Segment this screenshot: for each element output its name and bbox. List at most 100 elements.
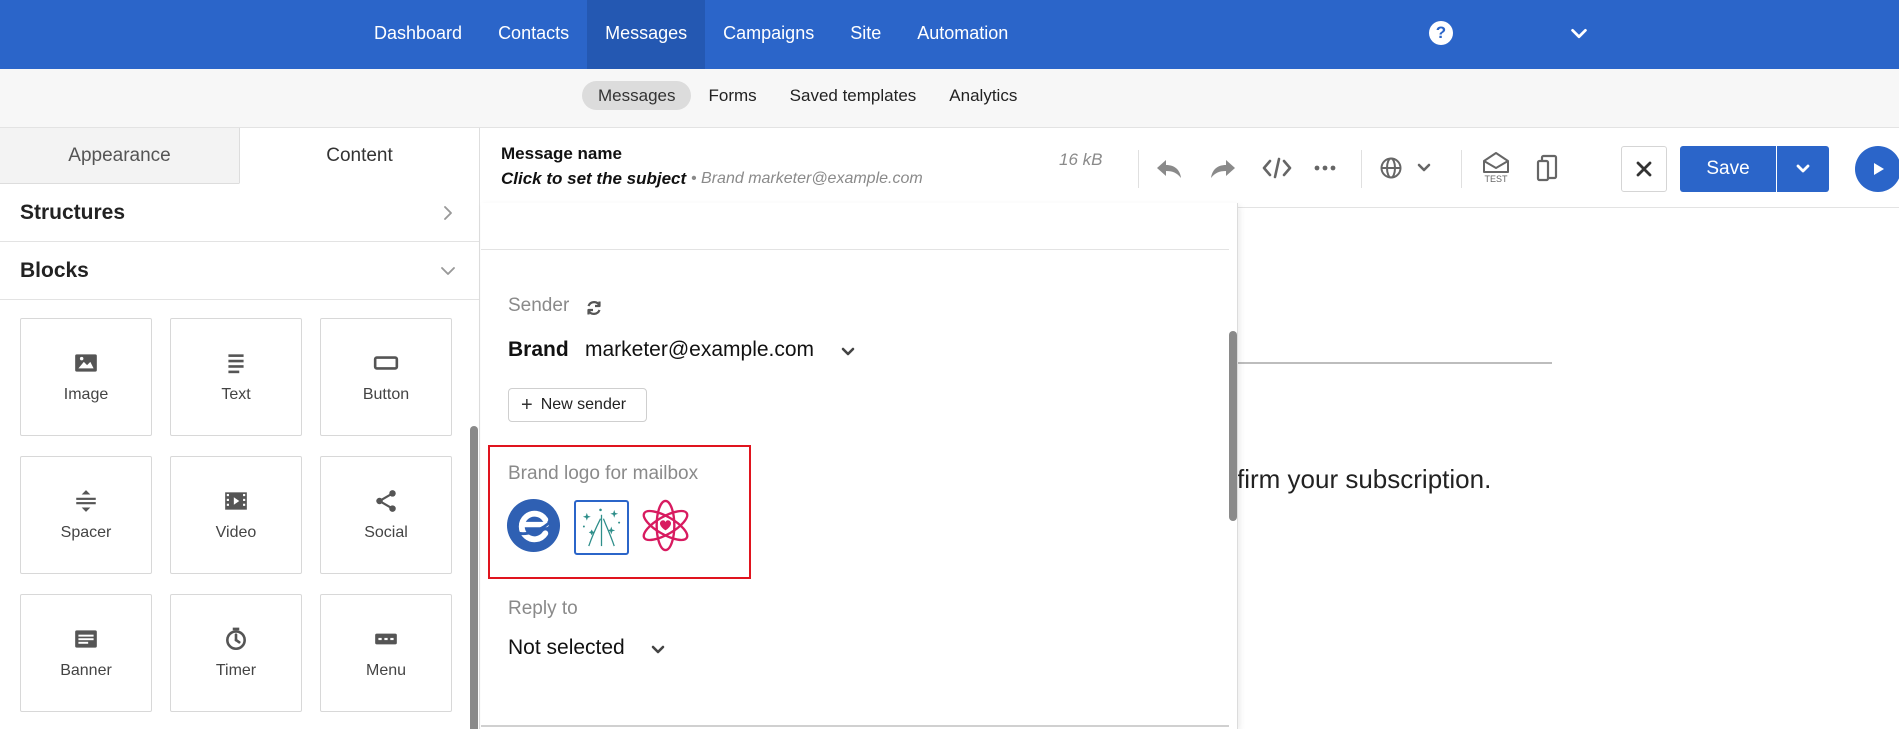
button-icon: [373, 356, 399, 370]
test-label: TEST: [1484, 174, 1508, 184]
help-icon[interactable]: ?: [1429, 21, 1453, 45]
block-social[interactable]: Social: [320, 456, 452, 574]
share-icon: [376, 490, 396, 512]
message-name[interactable]: Message name: [501, 144, 622, 164]
nav-campaigns[interactable]: Campaigns: [705, 0, 832, 69]
menu-icon: [375, 633, 397, 645]
reply-to-select[interactable]: Not selected: [508, 636, 625, 660]
more-options-icon[interactable]: [1309, 152, 1341, 184]
block-video-label: Video: [215, 524, 257, 541]
sender-name[interactable]: Brand: [508, 338, 569, 362]
reply-to-label: Reply to: [508, 598, 578, 619]
tab-content[interactable]: Content: [239, 128, 479, 184]
nav-contacts[interactable]: Contacts: [480, 0, 587, 69]
block-button-label: Button: [362, 386, 410, 403]
spacer-icon: [76, 490, 96, 512]
sender-label: Sender: [508, 295, 570, 316]
block-timer-label: Timer: [215, 662, 257, 679]
plus-icon: +: [521, 393, 533, 416]
block-image-label: Image: [63, 386, 109, 403]
chevron-down-icon[interactable]: [649, 641, 667, 659]
close-icon: [1636, 161, 1652, 177]
atom-heart-logo[interactable]: [638, 498, 693, 553]
sparkles-logo: [582, 508, 621, 547]
new-sender-button[interactable]: + New sender: [508, 388, 647, 422]
nav-messages[interactable]: Messages: [587, 0, 706, 69]
left-panel-scrollbar[interactable]: [470, 426, 478, 729]
dropdown-scrollbar[interactable]: [1229, 331, 1237, 521]
nav-automation[interactable]: Automation: [899, 0, 1026, 69]
block-text[interactable]: Text: [170, 318, 302, 436]
subnav-analytics[interactable]: Analytics: [933, 81, 1033, 110]
brand-logo-label: Brand logo for mailbox: [508, 463, 699, 484]
message-size: 16 kB: [1059, 150, 1103, 169]
dropdown-bottom-divider: [481, 725, 1229, 727]
close-button[interactable]: [1621, 146, 1667, 192]
dropdown-divider: [481, 249, 1229, 250]
block-banner[interactable]: Banner: [20, 594, 152, 712]
subnav-forms[interactable]: Forms: [692, 81, 772, 110]
section-blocks-label: Blocks: [20, 258, 89, 282]
block-menu-label: Menu: [365, 662, 407, 679]
nav-site[interactable]: Site: [832, 0, 899, 69]
block-video[interactable]: Video: [170, 456, 302, 574]
section-structures-label: Structures: [20, 200, 126, 224]
refresh-icon[interactable]: [584, 298, 604, 318]
send-play-button[interactable]: [1855, 146, 1899, 192]
text-icon: [228, 354, 244, 374]
new-sender-label: New sender: [540, 396, 627, 413]
message-sender-summary: • Brand marketer@example.com: [691, 170, 923, 187]
account-chevron-down-icon[interactable]: [1568, 23, 1590, 45]
nav-dashboard[interactable]: Dashboard: [356, 0, 480, 69]
test-email-icon[interactable]: TEST: [1479, 148, 1513, 184]
undo-icon[interactable]: [1153, 152, 1185, 184]
block-button[interactable]: Button: [320, 318, 452, 436]
toolbar-divider: [1361, 150, 1362, 188]
block-spacer[interactable]: Spacer: [20, 456, 152, 574]
e-circle-logo[interactable]: [506, 498, 561, 553]
tab-appearance[interactable]: Appearance: [0, 128, 239, 184]
section-blocks[interactable]: Blocks: [0, 242, 479, 300]
save-options-button[interactable]: [1777, 146, 1829, 192]
sub-navigation: Messages Forms Saved templates Analytics: [0, 69, 1899, 128]
mobile-preview-icon[interactable]: [1532, 152, 1564, 184]
block-text-label: Text: [221, 386, 251, 403]
code-icon[interactable]: [1261, 152, 1293, 184]
chevron-right-icon: [444, 205, 452, 220]
block-banner-label: Banner: [60, 662, 112, 679]
toolbar-divider: [1138, 150, 1139, 188]
block-social-label: Social: [364, 524, 408, 541]
image-icon: [75, 354, 97, 372]
canvas-email-text[interactable]: firm your subscription.: [1237, 464, 1491, 495]
chevron-down-icon[interactable]: [839, 343, 857, 361]
chevron-down-icon: [1796, 164, 1810, 173]
sender-email-select[interactable]: marketer@example.com: [585, 338, 814, 362]
block-image[interactable]: Image: [20, 318, 152, 436]
sparkles-logo-selected[interactable]: [574, 500, 629, 555]
block-menu[interactable]: Menu: [320, 594, 452, 712]
toolbar-divider: [1461, 150, 1462, 188]
language-chevron-down-icon[interactable]: [1408, 152, 1440, 184]
subnav-saved-templates[interactable]: Saved templates: [774, 81, 933, 110]
panel-tabs: Appearance Content: [0, 128, 479, 184]
timer-icon: [226, 627, 246, 651]
top-nav-items: Dashboard Contacts Messages Campaigns Si…: [356, 0, 1026, 69]
block-timer[interactable]: Timer: [170, 594, 302, 712]
message-subject[interactable]: Click to set the subject: [501, 169, 686, 189]
save-button[interactable]: Save: [1680, 146, 1776, 192]
subnav-messages[interactable]: Messages: [582, 81, 692, 110]
redo-icon[interactable]: [1207, 152, 1239, 184]
blocks-grid: Image Text Button Spacer Video Social Ba…: [20, 318, 452, 712]
canvas-divider: [1236, 362, 1552, 364]
video-icon: [225, 492, 247, 510]
editor-header: Message name Click to set the subject • …: [481, 128, 1899, 208]
top-navigation: Dashboard Contacts Messages Campaigns Si…: [0, 0, 1899, 69]
chevron-down-icon: [441, 266, 455, 275]
play-icon: [1874, 163, 1884, 175]
section-structures[interactable]: Structures: [0, 184, 479, 242]
sender-settings-dropdown: Sender Brand marketer@example.com + New …: [481, 203, 1238, 729]
banner-icon: [75, 630, 97, 648]
globe-icon[interactable]: [1375, 152, 1407, 184]
block-spacer-label: Spacer: [60, 524, 112, 541]
brand-logo-section: Brand logo for mailbox: [488, 445, 751, 579]
